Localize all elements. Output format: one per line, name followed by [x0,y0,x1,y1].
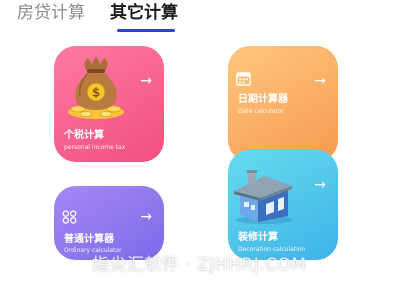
house-icon [234,170,292,224]
arrow-right-icon: → [314,73,326,89]
money-bag-icon: $ [68,56,124,119]
card-decoration-calculation[interactable]: → 装修计算 Decoration calculation [228,150,338,260]
card-subtitle: personal income tax [64,144,126,151]
svg-text:$: $ [92,86,100,100]
arrow-right-icon: → [314,177,326,193]
tab-other-calc[interactable]: 其它计算 [110,2,178,24]
arrow-right-icon: → [140,209,152,225]
watermark-text: 指尖汇软件 · ZJHHRJ.COM [92,255,307,275]
card-ordinary-calculator[interactable]: → 普通计算器 Ordinary calculator [54,186,164,260]
calculator-keys-icon [62,210,77,224]
card-date-calculator[interactable]: → 日期计算器 Date calculator [228,46,338,162]
card-title: 日期计算器 [238,94,288,105]
tab-mortgage-calc[interactable]: 房贷计算 [17,2,85,24]
card-title: 装修计算 [238,232,278,243]
active-tab-indicator [117,29,175,32]
card-title: 个税计算 [64,130,104,141]
card-subtitle: Date calculator [238,108,284,115]
calendar-icon [236,72,251,86]
card-income-tax[interactable]: $ → 个税计算 personal income tax [54,46,164,162]
arrow-right-icon: → [140,73,152,89]
card-title: 普通计算器 [64,234,114,245]
card-subtitle: Decoration calculation [238,246,306,253]
